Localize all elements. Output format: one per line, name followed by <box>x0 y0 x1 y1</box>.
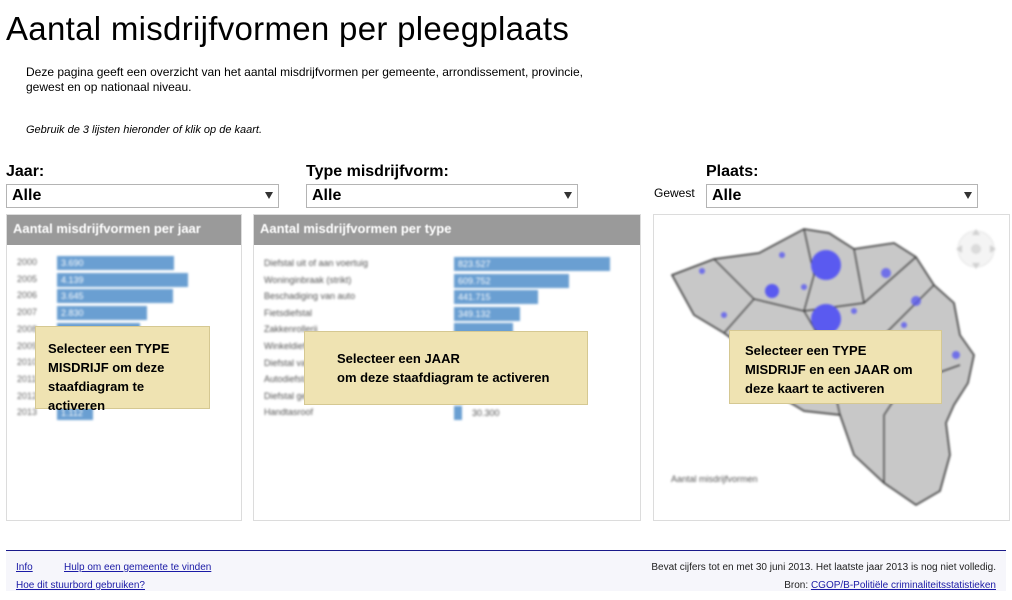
year-chart-title: Aantal misdrijfvormen per jaar <box>13 221 201 236</box>
type-label: Type misdrijfvorm: <box>306 163 449 180</box>
type-chart-bar-value: 823.527 <box>458 259 491 269</box>
intro-text: Deze pagina geeft een overzicht van het … <box>26 65 583 94</box>
type-chart-header: Aantal misdrijfvormen per type <box>254 215 640 245</box>
year-chart-header: Aantal misdrijfvormen per jaar <box>7 215 241 245</box>
type-chart-bar <box>454 406 462 421</box>
map-dot <box>881 268 891 278</box>
map-dot <box>721 312 727 318</box>
year-chart-bar-value: 3.690 <box>61 258 84 268</box>
map-pan-control-icon <box>956 229 996 269</box>
bron-link[interactable]: CGOP/B-Politiële criminaliteitsstatistie… <box>811 580 996 591</box>
info-link[interactable]: Info <box>16 562 33 573</box>
year-chart-bar: 2.830 <box>57 306 147 321</box>
year-chart-year-label: 2011 <box>17 373 37 384</box>
map-dot <box>952 351 960 359</box>
type-chart-bar-value: 30.300 <box>472 408 500 419</box>
type-chart-bar-value: 349.132 <box>458 308 491 319</box>
bron-line: Bron: CGOP/B-Politiële criminaliteitssta… <box>784 580 996 591</box>
year-chart-year-label: 2007 <box>17 307 38 318</box>
chevron-down-icon <box>964 192 972 199</box>
type-chart-label: Fietsdiefstal <box>264 307 313 318</box>
stuurbord-link[interactable]: Hoe dit stuurbord gebruiken? <box>16 580 145 591</box>
chevron-down-icon <box>564 192 572 199</box>
plaats-label: Plaats: <box>706 163 759 180</box>
map-dot <box>901 322 907 328</box>
map-dot <box>851 308 857 314</box>
year-chart-bar: 4.139 <box>57 272 188 287</box>
year-chart-bar-value: 3.645 <box>61 291 84 302</box>
map-caption: Aantal misdrijfvormen <box>671 474 758 484</box>
jaar-select-value: Alle <box>12 187 42 204</box>
type-select-value: Alle <box>312 187 342 204</box>
map-dot <box>765 284 779 298</box>
map-note: Selecteer een TYPE MISDRIJF en een JAAR … <box>729 330 942 404</box>
gewest-label: Gewest <box>654 186 695 200</box>
type-chart-note: Selecteer een JAAR om deze staafdiagram … <box>304 331 588 405</box>
hulp-link[interactable]: Hulp om een gemeente te vinden <box>64 562 211 573</box>
bevat-text: Bevat cijfers tot en met 30 juni 2013. H… <box>651 562 996 573</box>
map-dot <box>801 284 807 290</box>
map-dot <box>911 296 921 306</box>
page-title: Aantal misdrijfvormen per pleegplaats <box>6 10 570 47</box>
year-chart-year-label: 2006 <box>17 290 38 301</box>
plaats-select[interactable]: Alle <box>706 184 978 208</box>
year-chart-year-label: 2000 <box>17 257 38 267</box>
year-chart-bar: 3.690 <box>57 256 174 270</box>
type-chart-label: Handtasroof <box>264 407 314 418</box>
type-chart-label: Woninginbraak (strikt) <box>264 274 352 285</box>
year-chart-bar: 3.645 <box>57 289 173 304</box>
type-chart-title: Aantal misdrijfvormen per type <box>260 221 452 236</box>
plaats-select-value: Alle <box>712 187 742 204</box>
type-chart-bar-value: 609.752 <box>458 275 491 286</box>
type-chart-note-line2: om deze staafdiagram te activeren <box>337 370 550 385</box>
type-chart-label: Diefstal uit of aan voertuig <box>264 258 369 268</box>
year-chart-year-label: 2005 <box>17 273 38 284</box>
map-dot <box>699 268 705 274</box>
map-dot <box>811 250 841 280</box>
type-chart-label: Beschadiging van auto <box>264 291 356 302</box>
jaar-select[interactable]: Alle <box>6 184 279 208</box>
type-chart-note-line1: Selecteer een JAAR <box>337 351 460 366</box>
map-dot <box>779 252 785 258</box>
hint-text: Gebruik de 3 lijsten hieronder of klik o… <box>26 124 263 136</box>
jaar-label: Jaar: <box>6 163 45 180</box>
year-chart-note: Selecteer een TYPE MISDRIJF om deze staa… <box>35 326 210 413</box>
type-select[interactable]: Alle <box>306 184 578 208</box>
chevron-down-icon <box>265 192 273 199</box>
year-chart-bar-value: 2.830 <box>61 308 84 319</box>
bron-prefix: Bron: <box>784 580 809 591</box>
type-chart-bar-value: 441.715 <box>458 292 491 303</box>
year-chart-bar-value: 4.139 <box>61 274 84 285</box>
